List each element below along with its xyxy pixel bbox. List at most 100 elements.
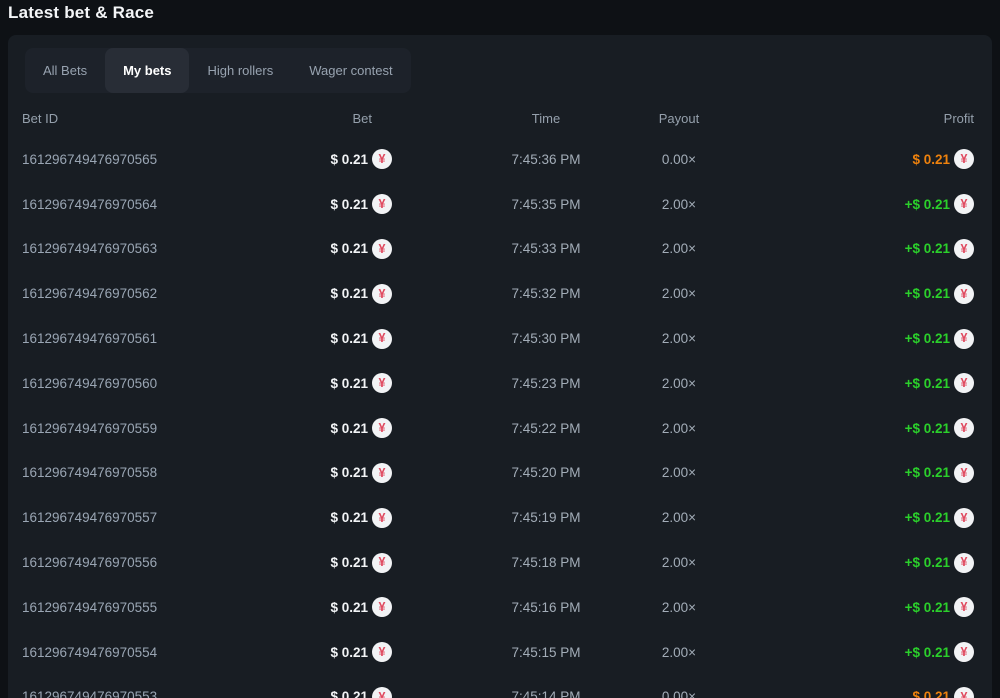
payout-cell: 2.00× <box>620 645 738 660</box>
bet-amount-cell: $ 0.21 ¥ <box>272 418 392 438</box>
profit-amount: +$ 0.21 <box>905 555 950 570</box>
profit-amount: $ 0.21 <box>912 689 950 698</box>
profit-amount: +$ 0.21 <box>905 241 950 256</box>
bet-amount: $ 0.21 <box>330 689 368 698</box>
bet-amount: $ 0.21 <box>330 421 368 436</box>
table-row[interactable]: 161296749476970563 $ 0.21 ¥ 7:45:33 PM 2… <box>22 227 974 272</box>
profit-cell: +$ 0.21 ¥ <box>738 373 974 393</box>
yen-coin-icon: ¥ <box>954 194 974 214</box>
tab-all-bets[interactable]: All Bets <box>25 48 105 93</box>
bet-amount-cell: $ 0.21 ¥ <box>272 553 392 573</box>
yen-coin-icon: ¥ <box>372 284 392 304</box>
time-cell: 7:45:33 PM <box>472 241 620 256</box>
yen-coin-icon: ¥ <box>372 687 392 698</box>
yen-coin-icon: ¥ <box>954 508 974 528</box>
profit-amount: +$ 0.21 <box>905 331 950 346</box>
profit-amount: +$ 0.21 <box>905 600 950 615</box>
profit-amount: +$ 0.21 <box>905 421 950 436</box>
bet-amount: $ 0.21 <box>330 645 368 660</box>
bet-id-cell: 161296749476970553 <box>22 689 272 698</box>
yen-coin-icon: ¥ <box>372 373 392 393</box>
profit-amount: +$ 0.21 <box>905 645 950 660</box>
table-row[interactable]: 161296749476970555 $ 0.21 ¥ 7:45:16 PM 2… <box>22 585 974 630</box>
bet-amount: $ 0.21 <box>330 241 368 256</box>
tab-high-rollers[interactable]: High rollers <box>189 48 291 93</box>
yen-coin-icon: ¥ <box>372 149 392 169</box>
table-row[interactable]: 161296749476970564 $ 0.21 ¥ 7:45:35 PM 2… <box>22 182 974 227</box>
profit-cell: +$ 0.21 ¥ <box>738 284 974 304</box>
bet-id-cell: 161296749476970557 <box>22 510 272 525</box>
yen-coin-icon: ¥ <box>954 329 974 349</box>
bet-id-cell: 161296749476970562 <box>22 286 272 301</box>
table-body: 161296749476970565 $ 0.21 ¥ 7:45:36 PM 0… <box>22 137 974 698</box>
tab-bar: All BetsMy betsHigh rollersWager contest <box>25 48 411 93</box>
bet-amount-cell: $ 0.21 ¥ <box>272 194 392 214</box>
table-row[interactable]: 161296749476970560 $ 0.21 ¥ 7:45:23 PM 2… <box>22 361 974 406</box>
payout-cell: 2.00× <box>620 465 738 480</box>
table-row[interactable]: 161296749476970554 $ 0.21 ¥ 7:45:15 PM 2… <box>22 630 974 675</box>
bet-id-cell: 161296749476970561 <box>22 331 272 346</box>
table-row[interactable]: 161296749476970557 $ 0.21 ¥ 7:45:19 PM 2… <box>22 495 974 540</box>
profit-cell: +$ 0.21 ¥ <box>738 508 974 528</box>
payout-cell: 2.00× <box>620 241 738 256</box>
bet-id-cell: 161296749476970554 <box>22 645 272 660</box>
yen-coin-icon: ¥ <box>372 194 392 214</box>
bet-amount-cell: $ 0.21 ¥ <box>272 373 392 393</box>
payout-cell: 2.00× <box>620 197 738 212</box>
bet-amount: $ 0.21 <box>330 510 368 525</box>
yen-coin-icon: ¥ <box>372 463 392 483</box>
time-cell: 7:45:19 PM <box>472 510 620 525</box>
yen-coin-icon: ¥ <box>372 329 392 349</box>
yen-coin-icon: ¥ <box>954 642 974 662</box>
profit-cell: $ 0.21 ¥ <box>738 149 974 169</box>
table-row[interactable]: 161296749476970553 $ 0.21 ¥ 7:45:14 PM 0… <box>22 675 974 698</box>
table-row[interactable]: 161296749476970558 $ 0.21 ¥ 7:45:20 PM 2… <box>22 451 974 496</box>
payout-cell: 2.00× <box>620 555 738 570</box>
column-header-bet: Bet <box>272 111 392 126</box>
bet-amount: $ 0.21 <box>330 286 368 301</box>
table-row[interactable]: 161296749476970562 $ 0.21 ¥ 7:45:32 PM 2… <box>22 271 974 316</box>
payout-cell: 2.00× <box>620 286 738 301</box>
time-cell: 7:45:14 PM <box>472 689 620 698</box>
payout-cell: 0.00× <box>620 152 738 167</box>
tab-my-bets[interactable]: My bets <box>105 48 189 93</box>
bet-amount-cell: $ 0.21 ¥ <box>272 642 392 662</box>
payout-cell: 0.00× <box>620 689 738 698</box>
table-row[interactable]: 161296749476970561 $ 0.21 ¥ 7:45:30 PM 2… <box>22 316 974 361</box>
tab-wager-contest[interactable]: Wager contest <box>291 48 410 93</box>
yen-coin-icon: ¥ <box>372 508 392 528</box>
profit-cell: +$ 0.21 ¥ <box>738 642 974 662</box>
bet-amount: $ 0.21 <box>330 331 368 346</box>
table-row[interactable]: 161296749476970565 $ 0.21 ¥ 7:45:36 PM 0… <box>22 137 974 182</box>
profit-cell: +$ 0.21 ¥ <box>738 553 974 573</box>
yen-coin-icon: ¥ <box>954 687 974 698</box>
time-cell: 7:45:30 PM <box>472 331 620 346</box>
bet-amount-cell: $ 0.21 ¥ <box>272 687 392 698</box>
time-cell: 7:45:20 PM <box>472 465 620 480</box>
yen-coin-icon: ¥ <box>954 149 974 169</box>
bet-amount: $ 0.21 <box>330 376 368 391</box>
payout-cell: 2.00× <box>620 331 738 346</box>
yen-coin-icon: ¥ <box>372 553 392 573</box>
column-header-profit: Profit <box>738 111 974 126</box>
bet-id-cell: 161296749476970559 <box>22 421 272 436</box>
table-row[interactable]: 161296749476970559 $ 0.21 ¥ 7:45:22 PM 2… <box>22 406 974 451</box>
profit-cell: +$ 0.21 ¥ <box>738 463 974 483</box>
yen-coin-icon: ¥ <box>954 284 974 304</box>
profit-amount: $ 0.21 <box>912 152 950 167</box>
column-header-payout: Payout <box>620 111 738 126</box>
profit-amount: +$ 0.21 <box>905 465 950 480</box>
yen-coin-icon: ¥ <box>954 418 974 438</box>
time-cell: 7:45:23 PM <box>472 376 620 391</box>
bet-amount: $ 0.21 <box>330 555 368 570</box>
payout-cell: 2.00× <box>620 376 738 391</box>
yen-coin-icon: ¥ <box>954 239 974 259</box>
bet-id-cell: 161296749476970565 <box>22 152 272 167</box>
table-row[interactable]: 161296749476970556 $ 0.21 ¥ 7:45:18 PM 2… <box>22 540 974 585</box>
bet-id-cell: 161296749476970564 <box>22 197 272 212</box>
profit-amount: +$ 0.21 <box>905 376 950 391</box>
yen-coin-icon: ¥ <box>372 597 392 617</box>
payout-cell: 2.00× <box>620 421 738 436</box>
profit-cell: +$ 0.21 ¥ <box>738 329 974 349</box>
bet-amount-cell: $ 0.21 ¥ <box>272 149 392 169</box>
